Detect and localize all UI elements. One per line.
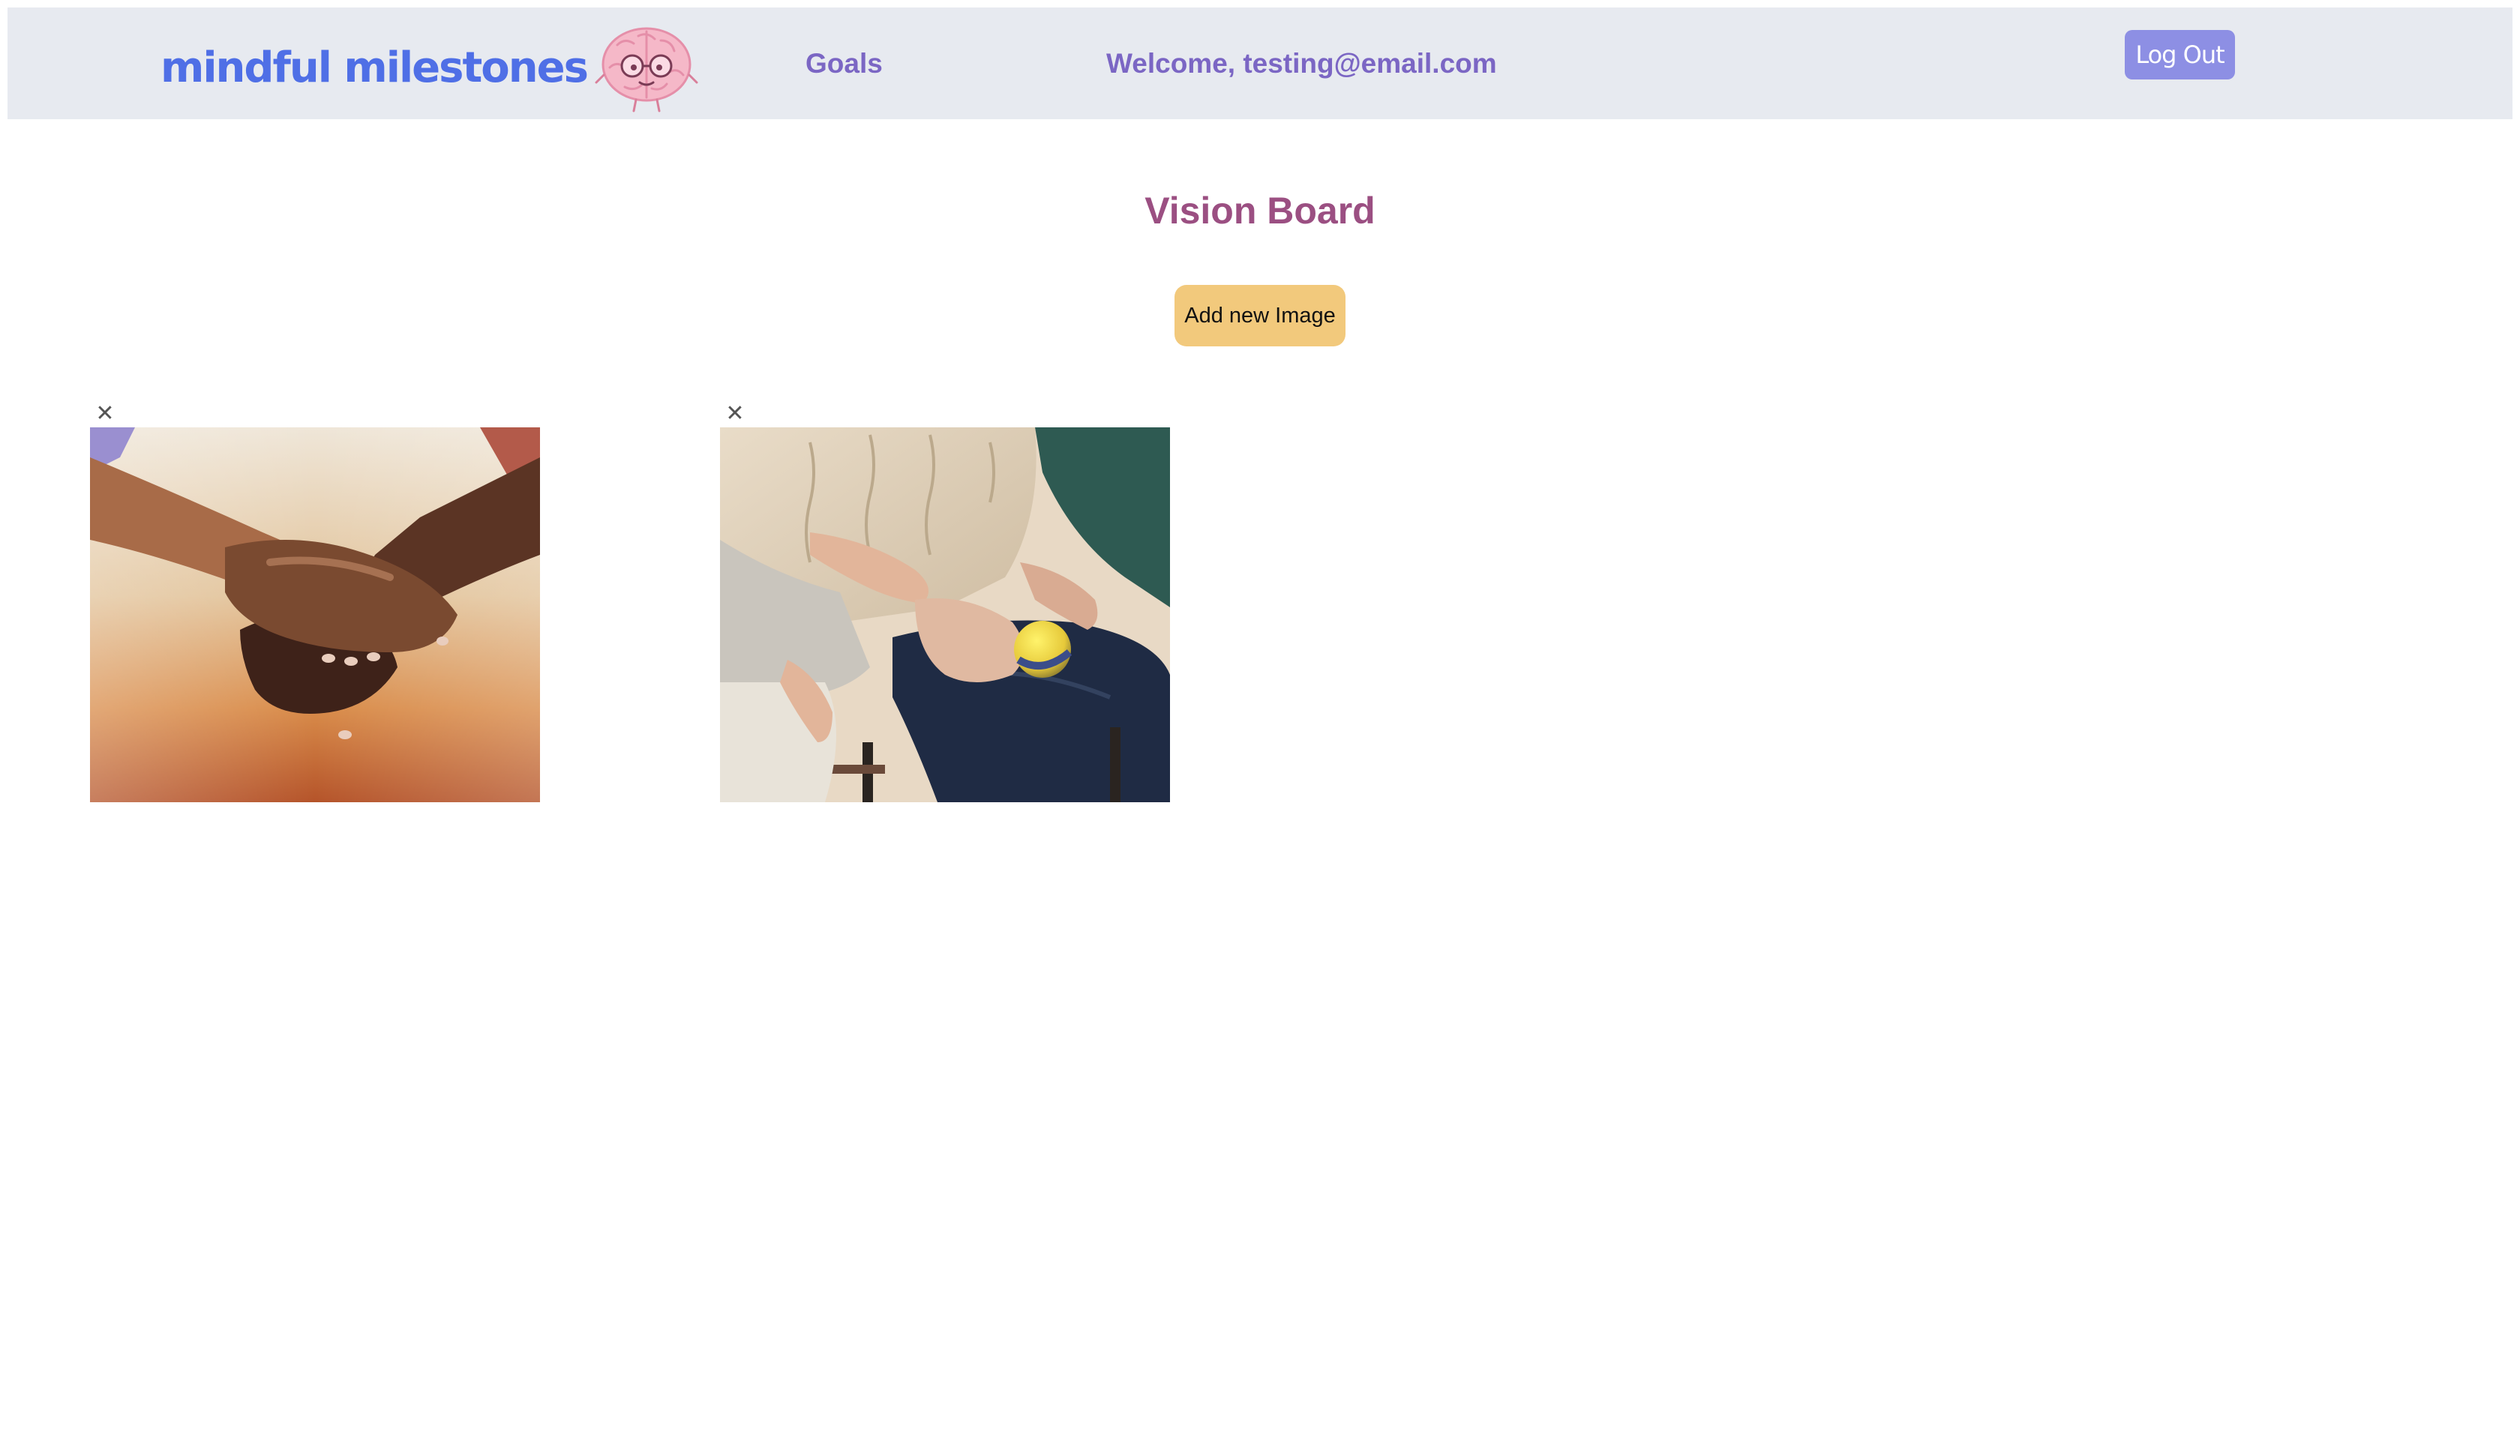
brain-with-glasses-icon [595,27,698,112]
vision-card: ✕ [720,400,1170,802]
logo[interactable]: mindful milestones [160,22,698,112]
close-icon[interactable]: ✕ [720,400,750,427]
vision-image[interactable] [720,427,1170,802]
page-title: Vision Board [1144,190,1376,232]
logo-text[interactable]: mindful milestones [160,43,589,92]
logout-button[interactable]: Log Out [2125,30,2235,79]
page: mindful milestones Goals Welcome, testin… [0,0,2520,1456]
add-image-button[interactable]: Add new Image [1174,285,1346,346]
vision-image[interactable] [90,427,540,802]
close-icon[interactable]: ✕ [90,400,120,427]
welcome-text: Welcome, testing@email.com [1106,48,1497,79]
navbar: mindful milestones Goals Welcome, testin… [8,7,2512,119]
vision-card: ✕ [90,400,540,802]
nav-goals-link[interactable]: Goals [806,48,883,79]
